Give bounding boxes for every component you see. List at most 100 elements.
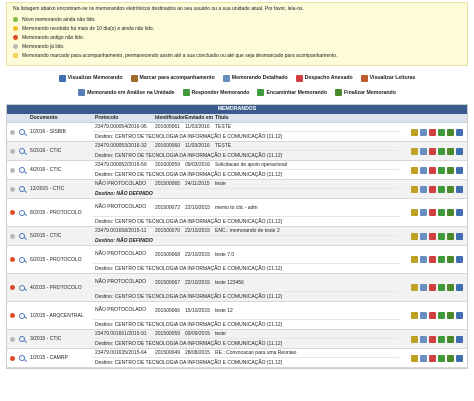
detail-icon[interactable]: [420, 256, 427, 263]
visualize-cell[interactable]: [17, 161, 27, 179]
reply-icon[interactable]: [438, 354, 445, 362]
forward-icon[interactable]: [447, 209, 454, 216]
forward-icon[interactable]: [447, 232, 454, 240]
finish-icon[interactable]: [456, 232, 463, 240]
forward-icon[interactable]: [447, 185, 454, 193]
reply-icon[interactable]: [438, 166, 445, 174]
legend-action-label: Memorando Detalhado: [231, 75, 288, 81]
detail-icon[interactable]: [420, 284, 427, 291]
reply-icon[interactable]: [438, 335, 445, 343]
detail-icon[interactable]: [420, 232, 427, 240]
finish-icon[interactable]: [456, 256, 463, 263]
visualize-cell[interactable]: [17, 123, 27, 141]
visualize-cell[interactable]: [17, 142, 27, 160]
forward-icon[interactable]: [447, 354, 454, 362]
finish-icon[interactable]: [456, 312, 463, 319]
flag-icon[interactable]: [411, 354, 418, 362]
magnifier-icon[interactable]: [19, 336, 25, 342]
reply-icon[interactable]: [438, 185, 445, 193]
visualize-cell[interactable]: [17, 199, 27, 226]
legend-action-flag: Marcar para acompanhamento: [130, 72, 215, 84]
flag-icon[interactable]: [411, 312, 418, 319]
reply-icon[interactable]: [438, 232, 445, 240]
reply-icon[interactable]: [438, 312, 445, 319]
reply-icon[interactable]: [438, 256, 445, 263]
reply-icon[interactable]: [438, 128, 445, 136]
dispatch-icon[interactable]: [429, 147, 436, 155]
magnifier-icon[interactable]: [19, 129, 25, 135]
legend-label: Memorando marcado para acompanhamento, p…: [22, 52, 338, 59]
detail-icon[interactable]: [420, 128, 427, 136]
dispatch-icon[interactable]: [429, 232, 436, 240]
finish-icon[interactable]: [456, 354, 463, 362]
reply-icon[interactable]: [438, 209, 445, 216]
detail-icon[interactable]: [420, 312, 427, 319]
forward-icon[interactable]: [447, 256, 454, 263]
magnifier-icon[interactable]: [19, 148, 25, 154]
finish-icon[interactable]: [456, 185, 463, 193]
flag-icon[interactable]: [411, 209, 418, 216]
row-actions: [399, 142, 467, 160]
magnifier-icon[interactable]: [19, 312, 25, 319]
detail-icon[interactable]: [420, 166, 427, 174]
flag-icon[interactable]: [411, 185, 418, 193]
reply-icon[interactable]: [438, 284, 445, 291]
dispatch-icon[interactable]: [429, 256, 436, 263]
detail-icon[interactable]: [420, 147, 427, 155]
finish-icon[interactable]: [456, 128, 463, 136]
visualize-cell[interactable]: [17, 227, 27, 245]
dispatch-icon[interactable]: [429, 209, 436, 216]
flag-icon[interactable]: [411, 256, 418, 263]
gray-dot-icon: [13, 44, 18, 49]
finish-icon[interactable]: [456, 166, 463, 174]
dispatch-icon[interactable]: [429, 284, 436, 291]
magnifier-icon[interactable]: [19, 209, 25, 216]
detail-icon[interactable]: [420, 335, 427, 343]
detail-icon[interactable]: [420, 185, 427, 193]
forward-icon[interactable]: [447, 147, 454, 155]
visualize-cell[interactable]: [17, 246, 27, 273]
finish-icon[interactable]: [456, 147, 463, 155]
magnifier-icon[interactable]: [19, 186, 25, 192]
detail-icon[interactable]: [420, 354, 427, 362]
forward-icon[interactable]: [447, 166, 454, 174]
document-cell: 3/2015 - CTIC: [27, 330, 93, 348]
flag-icon[interactable]: [411, 335, 418, 343]
flag-icon[interactable]: [411, 166, 418, 174]
protocol-number: 23479.001658/2015-11: [95, 228, 147, 234]
finish-icon[interactable]: [456, 335, 463, 343]
finish-icon[interactable]: [456, 284, 463, 291]
magnifier-icon[interactable]: [19, 355, 25, 361]
visualize-cell[interactable]: [17, 349, 27, 367]
magnifier-icon[interactable]: [19, 284, 25, 291]
dispatch-icon[interactable]: [429, 312, 436, 319]
visualize-cell[interactable]: [17, 330, 27, 348]
table-row: 5/2016 - CTIC 23479.000053/2016-32 2016000…: [7, 142, 467, 161]
magnifier-icon[interactable]: [19, 167, 25, 173]
finish-icon[interactable]: [456, 209, 463, 216]
dispatch-icon[interactable]: [429, 185, 436, 193]
flag-icon[interactable]: [411, 284, 418, 291]
forward-icon[interactable]: [447, 284, 454, 291]
status-dot-icon: [9, 233, 15, 239]
flag-icon[interactable]: [411, 232, 418, 240]
flag-icon[interactable]: [411, 128, 418, 136]
document-id: 5/2016 - CTIC: [30, 148, 62, 154]
reply-icon[interactable]: [438, 147, 445, 155]
dispatch-icon[interactable]: [429, 354, 436, 362]
dispatch-icon[interactable]: [429, 335, 436, 343]
detail-icon[interactable]: [420, 209, 427, 216]
flag-icon[interactable]: [411, 147, 418, 155]
dispatch-icon[interactable]: [429, 128, 436, 136]
visualize-cell[interactable]: [17, 180, 27, 198]
forward-icon[interactable]: [447, 312, 454, 319]
visualize-cell[interactable]: [17, 274, 27, 301]
detail-icon: [222, 74, 230, 82]
visualize-cell[interactable]: [17, 302, 27, 329]
dispatch-icon[interactable]: [429, 166, 436, 174]
forward-icon[interactable]: [447, 128, 454, 136]
magnifier-icon[interactable]: [19, 233, 25, 239]
document-id: 1/2015 - CAMRP: [30, 355, 68, 361]
forward-icon[interactable]: [447, 335, 454, 343]
magnifier-icon[interactable]: [19, 256, 25, 263]
